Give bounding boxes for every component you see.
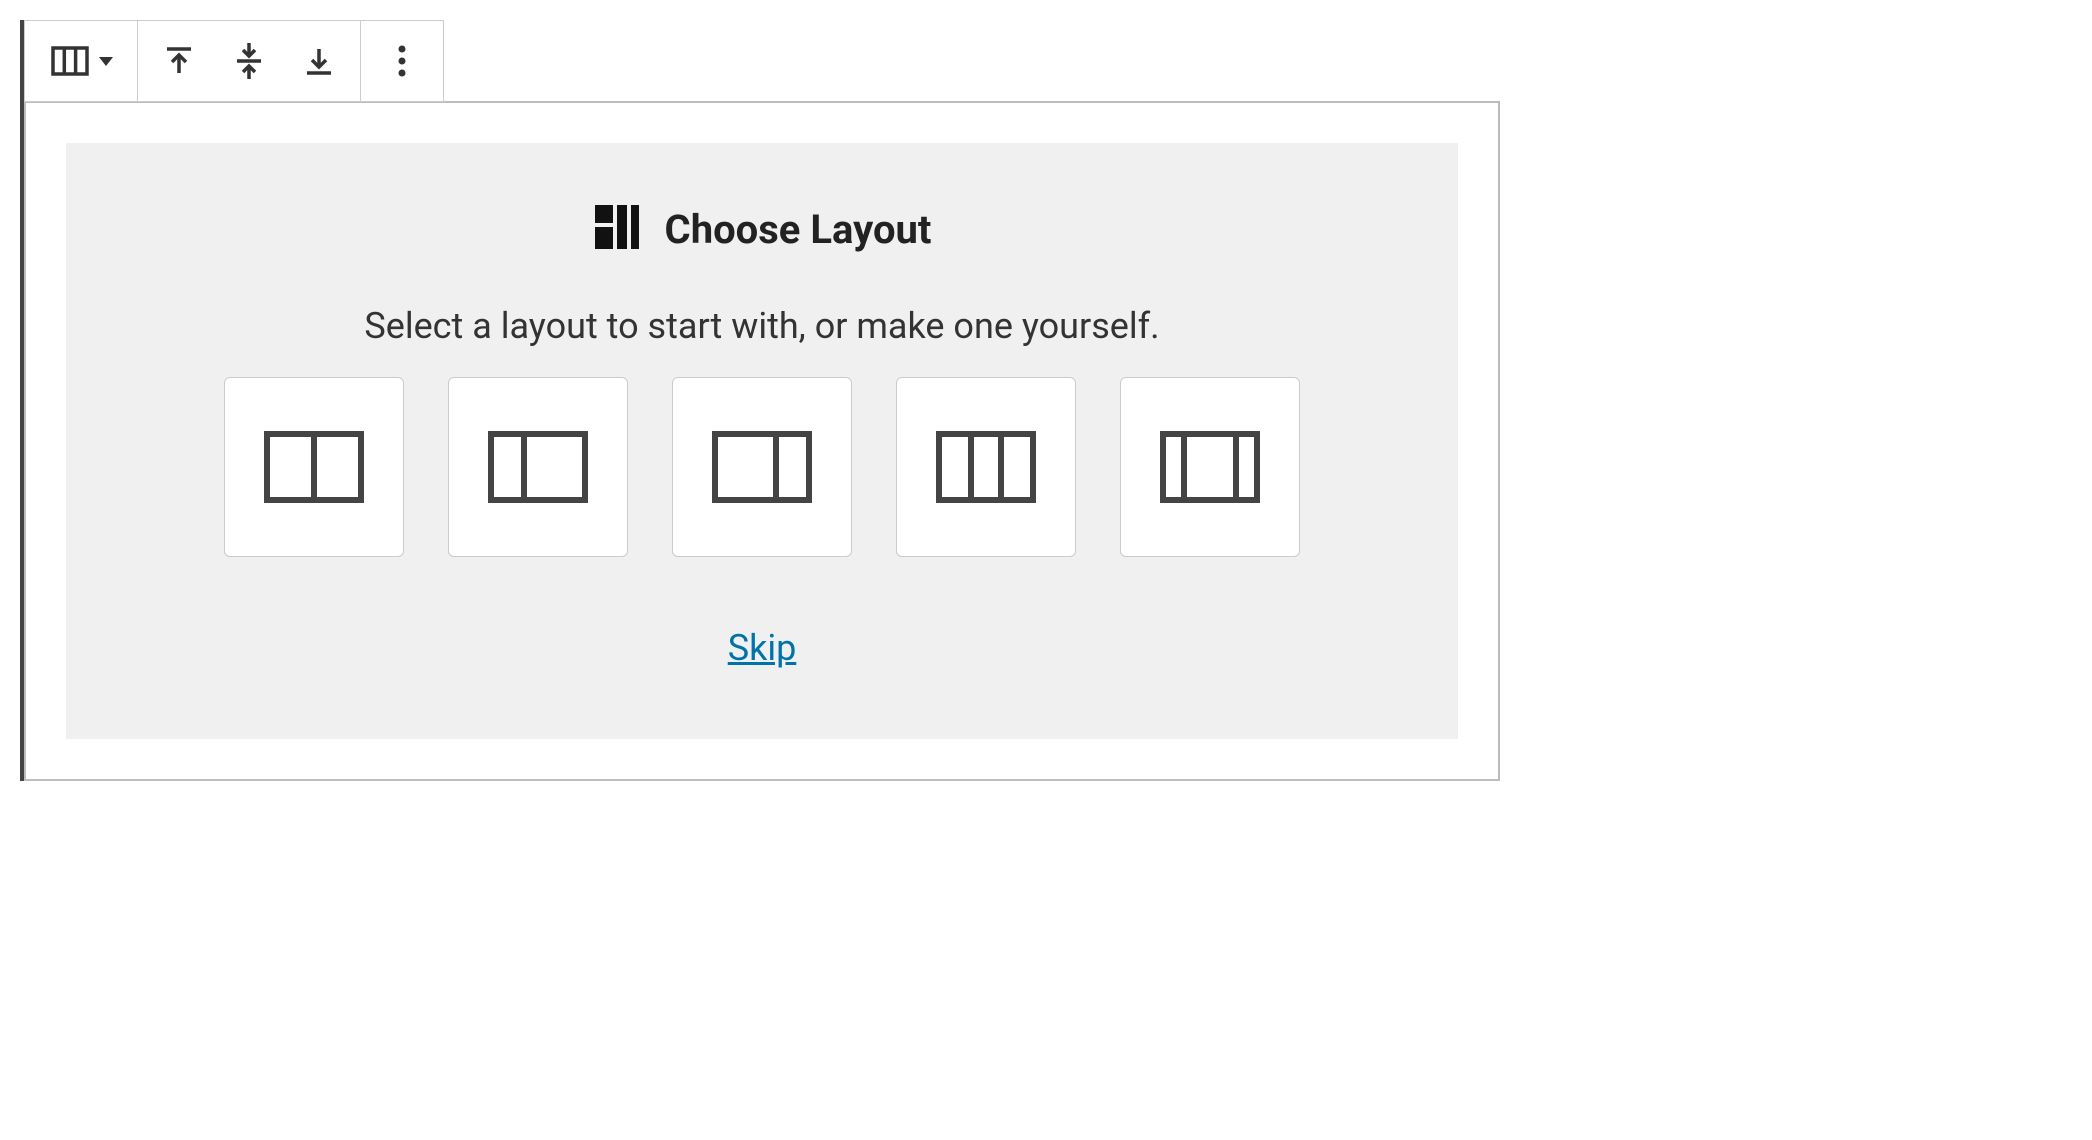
layout-options [106,377,1418,557]
skip-link[interactable]: Skip [728,627,797,669]
more-options-button[interactable] [367,26,437,96]
align-top-icon [157,39,201,83]
block-toolbar [24,20,444,102]
layout-placeholder: Choose Layout Select a layout to start w… [66,143,1458,739]
instruction-text: Select a layout to start with, or make o… [106,305,1418,347]
toolbar-group-block-type [25,21,138,101]
columns-block: Choose Layout Select a layout to start w… [20,20,1500,781]
layout-three-equal-icon [936,431,1036,503]
layout-wide-center-icon [1160,431,1260,503]
align-bottom-button[interactable] [284,26,354,96]
align-middle-button[interactable] [214,26,284,96]
align-bottom-icon [297,39,341,83]
block-type-switcher[interactable] [31,26,131,96]
more-vertical-icon [380,39,424,83]
layout-option-one-third-two-thirds[interactable] [448,377,628,557]
block-body: Choose Layout Select a layout to start w… [24,101,1500,781]
layout-two-equal-icon [264,431,364,503]
layout-option-three-equal[interactable] [896,377,1076,557]
layout-two-thirds-one-third-icon [712,431,812,503]
toolbar-group-more [361,21,443,101]
heading-row: Choose Layout [106,203,1418,255]
layout-grid-icon [593,203,641,255]
layout-option-two-equal[interactable] [224,377,404,557]
align-middle-icon [227,39,271,83]
toolbar-group-alignment [138,21,361,101]
align-top-button[interactable] [144,26,214,96]
layout-option-wide-center[interactable] [1120,377,1300,557]
heading-text: Choose Layout [665,206,932,253]
layout-option-two-thirds-one-third[interactable] [672,377,852,557]
chevron-down-icon [99,57,113,66]
columns-icon [49,40,91,82]
layout-one-third-two-thirds-icon [488,431,588,503]
